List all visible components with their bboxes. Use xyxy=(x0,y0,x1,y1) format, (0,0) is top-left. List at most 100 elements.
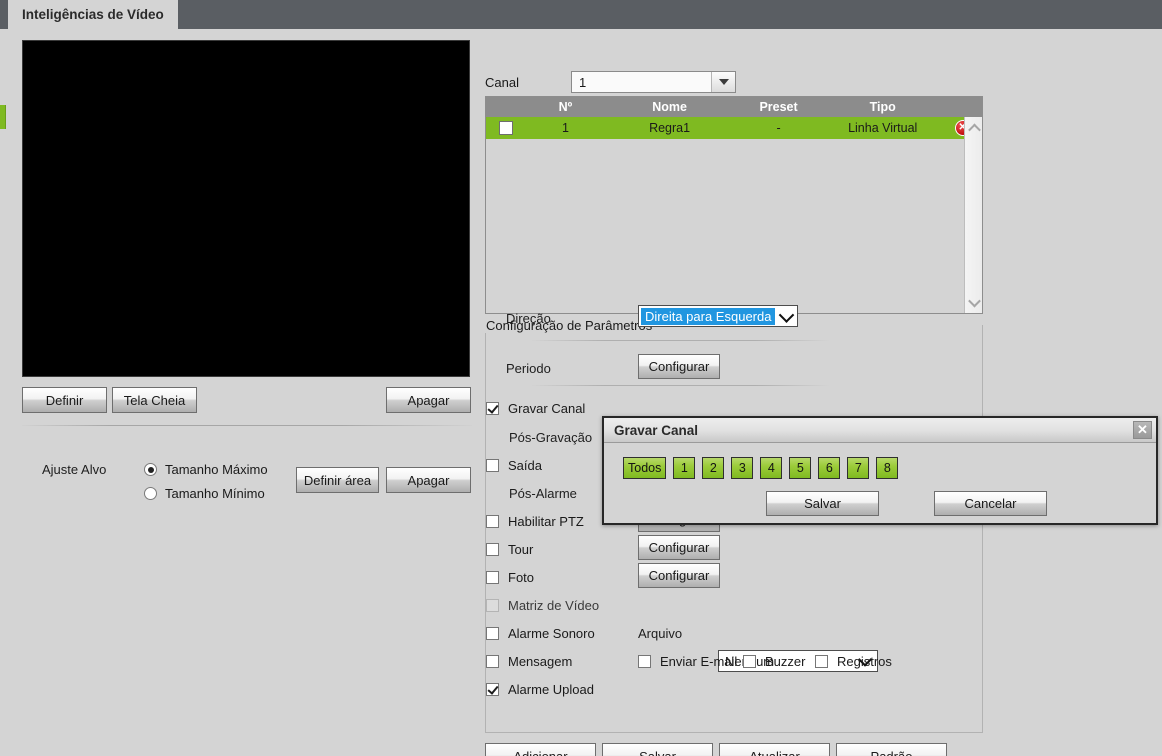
tour-label: Tour xyxy=(508,542,534,557)
canal-value: 1 xyxy=(579,74,587,90)
dialog-cancelar-button[interactable]: Cancelar xyxy=(934,491,1047,516)
channel-6-button[interactable]: 6 xyxy=(818,457,841,479)
adicionar-button[interactable]: Adicionar xyxy=(485,743,596,756)
periodo-label: Periodo xyxy=(506,361,551,376)
canal-select[interactable]: 1 xyxy=(571,71,736,93)
apagar-rule-button[interactable]: Apagar xyxy=(386,387,471,413)
row-checkbox-cell[interactable] xyxy=(486,121,527,135)
channel-3-button[interactable]: 3 xyxy=(731,457,754,479)
channel-2-button[interactable]: 2 xyxy=(702,457,725,479)
alarme-upload-checkbox[interactable] xyxy=(486,683,499,696)
foto-checkbox-row[interactable]: Foto xyxy=(486,570,534,585)
definir-button[interactable]: Definir xyxy=(22,387,107,413)
definir-area-button[interactable]: Definir área xyxy=(296,467,379,493)
tour-checkbox-row[interactable]: Tour xyxy=(486,542,533,557)
dialog-salvar-button[interactable]: Salvar xyxy=(766,491,879,516)
channel-4-button[interactable]: 4 xyxy=(760,457,783,479)
dialog-salvar-label: Salvar xyxy=(804,496,841,511)
channel-todos-button[interactable]: Todos xyxy=(623,457,667,479)
video-preview[interactable] xyxy=(22,40,470,377)
habilitar-ptz-checkbox[interactable] xyxy=(486,515,499,528)
close-icon[interactable]: ✕ xyxy=(1133,421,1152,439)
row-checkbox[interactable] xyxy=(499,121,514,135)
registros-label: Registros xyxy=(837,654,892,669)
apagar-rule-label: Apagar xyxy=(407,392,450,408)
direcao-label: Direção xyxy=(506,311,551,326)
rules-table-scrollbar[interactable] xyxy=(964,117,982,313)
arquivo-label: Arquivo xyxy=(638,626,683,641)
matriz-video-label: Matriz de Vídeo xyxy=(508,598,600,613)
channel-1-button[interactable]: 1 xyxy=(673,457,696,479)
dialog-title: Gravar Canal xyxy=(614,422,699,438)
salvar-button[interactable]: Salvar xyxy=(602,743,713,756)
padrao-button[interactable]: Padrão xyxy=(836,743,947,756)
dialog-cancelar-label: Cancelar xyxy=(964,496,1017,511)
scroll-up-icon[interactable] xyxy=(967,121,981,136)
top-tab-bar: Inteligências de Vídeo xyxy=(0,0,1162,29)
foto-label: Foto xyxy=(508,570,535,585)
foto-checkbox[interactable] xyxy=(486,571,499,584)
channel-buttons: Todos 1 2 3 4 5 6 7 8 xyxy=(623,457,899,479)
gravar-canal-dialog: Gravar Canal ✕ Todos 1 2 3 4 5 6 7 8 Sal… xyxy=(602,416,1158,525)
radio-tamanho-maximo[interactable]: Tamanho Máximo xyxy=(144,462,268,477)
saida-label: Saída xyxy=(508,458,542,473)
scroll-down-icon[interactable] xyxy=(967,294,981,309)
foto-configurar-button[interactable]: Configurar xyxy=(638,563,720,588)
radio-tamanho-minimo[interactable]: Tamanho Mínimo xyxy=(144,486,265,501)
atualizar-button[interactable]: Atualizar xyxy=(719,743,830,756)
enviar-email-checkbox[interactable] xyxy=(638,655,651,668)
alarme-upload-checkbox-row[interactable]: Alarme Upload xyxy=(486,682,594,697)
saida-checkbox[interactable] xyxy=(486,459,499,472)
enviar-email-checkbox-row[interactable]: Enviar E-mail xyxy=(638,654,737,669)
alarme-sonoro-checkbox[interactable] xyxy=(486,627,499,640)
buzzer-label: Buzzer xyxy=(765,654,806,669)
radio-maximo-indicator xyxy=(144,463,157,476)
side-indicator-strip xyxy=(0,105,6,129)
footer-action-bar: Adicionar Salvar Atualizar Padrão xyxy=(485,743,947,756)
periodo-configurar-button[interactable]: Configurar xyxy=(638,354,720,379)
chevron-down-icon[interactable] xyxy=(778,306,795,323)
apagar-area-label: Apagar xyxy=(407,472,450,488)
saida-checkbox-row[interactable]: Saída xyxy=(486,458,542,473)
tab-inteligencias-de-video[interactable]: Inteligências de Vídeo xyxy=(8,0,178,29)
tour-configurar-label: Configurar xyxy=(648,540,710,555)
params-divider-2 xyxy=(530,385,830,386)
channel-8-button[interactable]: 8 xyxy=(876,457,899,479)
habilitar-ptz-checkbox-row[interactable]: Habilitar PTZ xyxy=(486,514,584,529)
tab-label: Inteligências de Vídeo xyxy=(22,7,164,22)
radio-maximo-label: Tamanho Máximo xyxy=(165,462,268,477)
registros-checkbox-row[interactable]: Registros xyxy=(815,654,892,669)
gravar-canal-checkbox[interactable] xyxy=(486,402,499,415)
channel-5-button[interactable]: 5 xyxy=(789,457,812,479)
mensagem-checkbox-row[interactable]: Mensagem xyxy=(486,654,572,669)
definir-area-label: Definir área xyxy=(303,472,372,488)
row-num: 1 xyxy=(561,121,569,135)
alarme-sonoro-checkbox-row[interactable]: Alarme Sonoro xyxy=(486,626,595,641)
direcao-select[interactable]: Direita para Esquerda xyxy=(638,305,798,327)
params-divider-1 xyxy=(530,340,830,341)
tela-cheia-button[interactable]: Tela Cheia xyxy=(112,387,197,413)
gravar-canal-checkbox-row[interactable]: Gravar Canal xyxy=(486,401,585,416)
apagar-area-button[interactable]: Apagar xyxy=(386,467,471,493)
rules-table: Nº Nome Preset Tipo 1 Regra1 - Linha Vir… xyxy=(485,96,983,314)
tour-configurar-button[interactable]: Configurar xyxy=(638,535,720,560)
registros-checkbox[interactable] xyxy=(815,655,828,668)
application-window: Inteligências de Vídeo Definir Tela Chei… xyxy=(0,0,1162,756)
alarme-upload-label: Alarme Upload xyxy=(508,682,594,697)
matriz-video-checkbox-row: Matriz de Vídeo xyxy=(486,598,599,613)
table-row[interactable]: 1 Regra1 - Linha Virtual ✕ xyxy=(486,117,982,139)
radio-minimo-label: Tamanho Mínimo xyxy=(165,486,265,501)
buzzer-checkbox[interactable] xyxy=(743,655,756,668)
tour-checkbox[interactable] xyxy=(486,543,499,556)
row-nome: Regra1 xyxy=(649,121,691,135)
ajuste-alvo-label: Ajuste Alvo xyxy=(42,462,107,477)
mensagem-checkbox[interactable] xyxy=(486,655,499,668)
pos-gravacao-label: Pós-Gravação xyxy=(509,430,593,445)
channel-7-button[interactable]: 7 xyxy=(847,457,870,479)
header-tipo: Tipo xyxy=(869,100,896,114)
canal-label: Canal xyxy=(485,75,519,90)
alarme-sonoro-label: Alarme Sonoro xyxy=(508,626,595,641)
buzzer-checkbox-row[interactable]: Buzzer xyxy=(743,654,805,669)
chevron-down-icon[interactable] xyxy=(711,72,735,92)
habilitar-ptz-label: Habilitar PTZ xyxy=(508,514,584,529)
